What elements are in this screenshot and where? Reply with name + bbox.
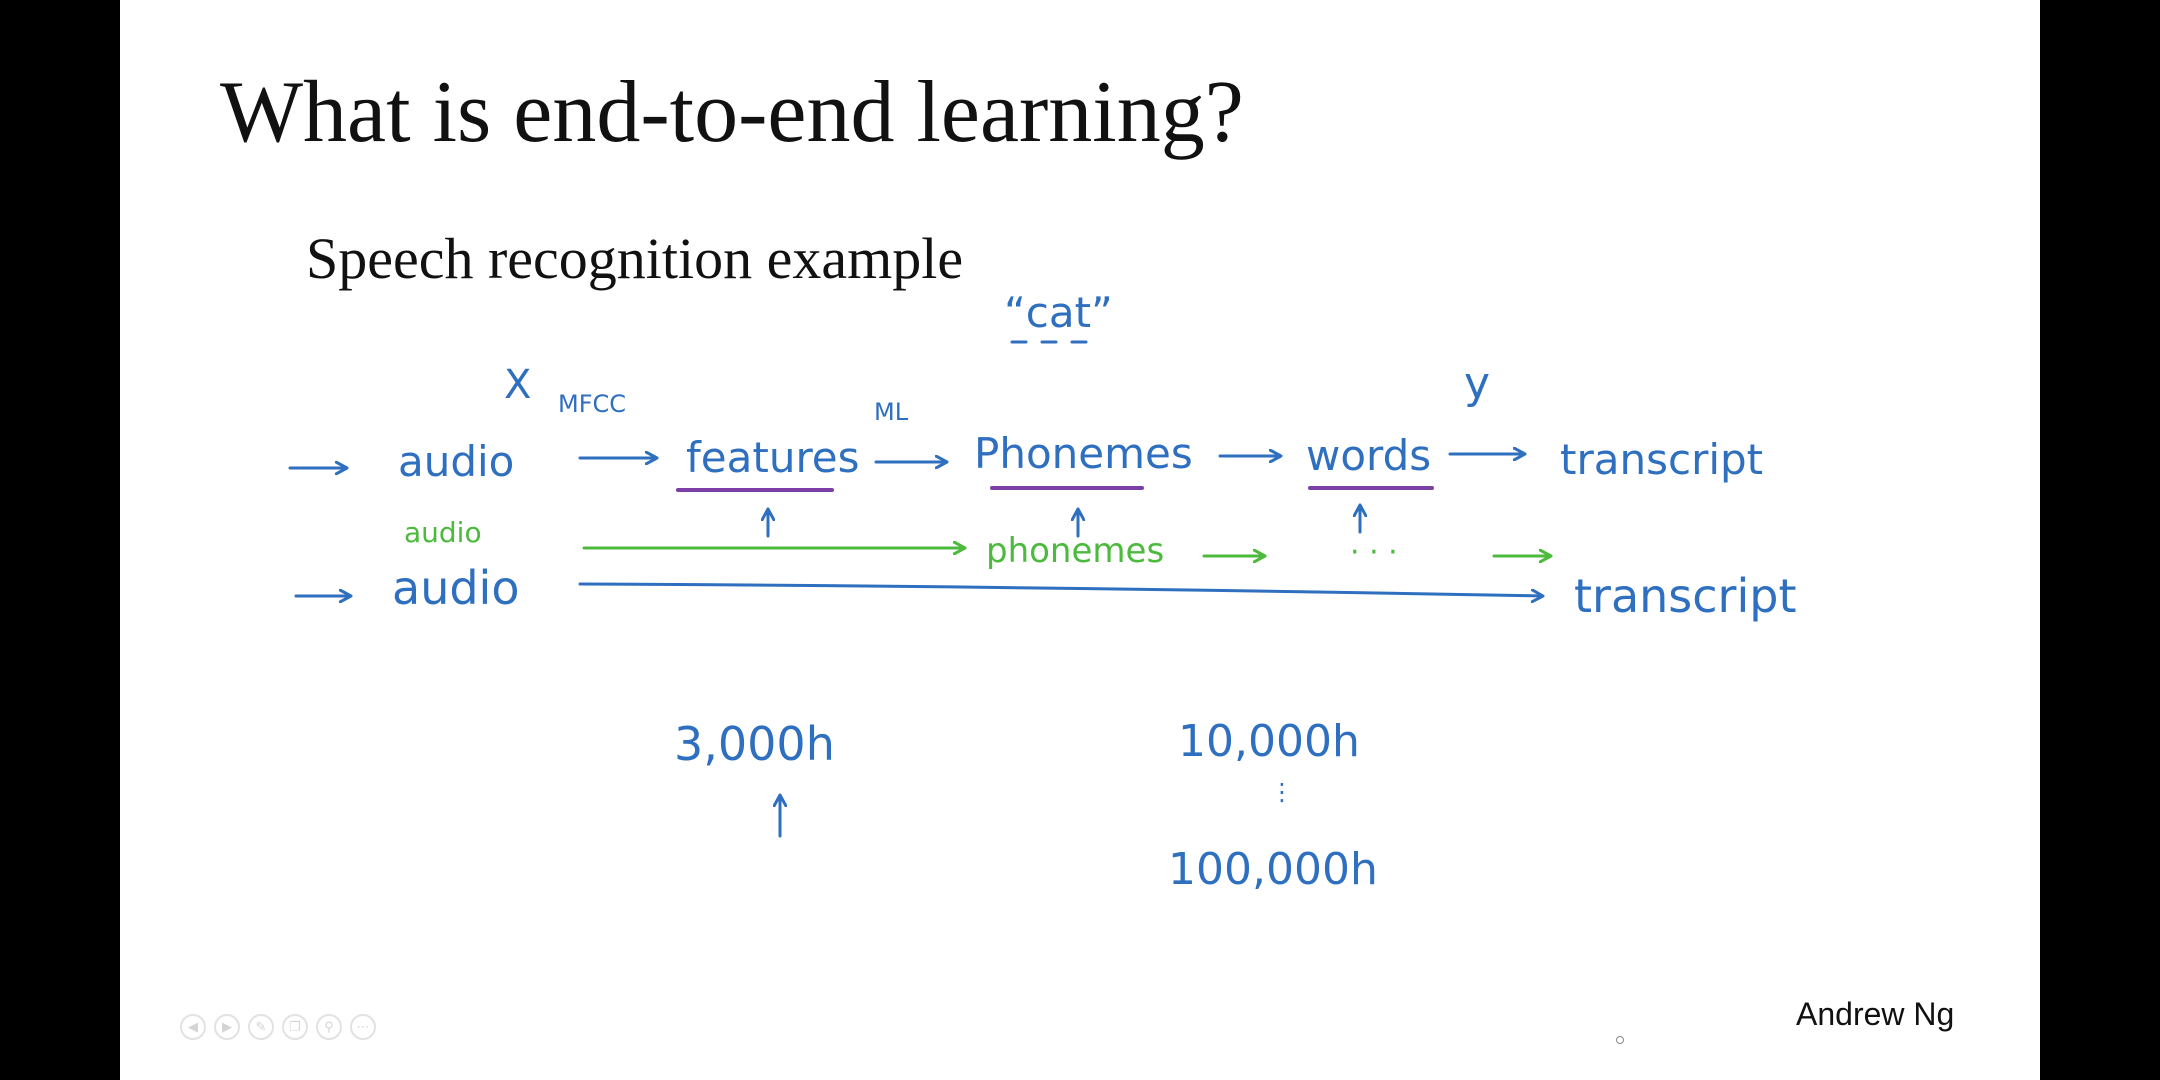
handwritten-diagram: “cat” X y MFCC ML audio features Phoneme… xyxy=(288,288,1796,895)
cursor-dot xyxy=(1616,1036,1624,1044)
author-name: Andrew Ng xyxy=(1796,996,1955,1032)
pipeline-features: features xyxy=(686,433,860,482)
y-label: y xyxy=(1464,358,1490,409)
pen-icon[interactable]: ✎ xyxy=(248,1014,274,1040)
mfcc-label: MFCC xyxy=(558,390,626,418)
slide: What is end-to-end learning? Speech reco… xyxy=(120,0,2040,1080)
green-phonemes: phonemes xyxy=(986,531,1164,571)
prev-icon[interactable]: ◀ xyxy=(180,1014,206,1040)
next-icon[interactable]: ▶ xyxy=(214,1014,240,1040)
e2e-audio: audio xyxy=(392,561,519,615)
slideshow-controls: ◀ ▶ ✎ ❐ ⚲ ⋯ xyxy=(180,1014,376,1040)
vertical-dots: ⋮ xyxy=(1270,778,1294,806)
more-icon[interactable]: ⋯ xyxy=(350,1014,376,1040)
x-label: X xyxy=(504,362,531,408)
copy-icon[interactable]: ❐ xyxy=(282,1014,308,1040)
e2e-transcript: transcript xyxy=(1574,569,1796,623)
cat-annotation: “cat” xyxy=(1004,288,1113,337)
data-large-bottom: 100,000h xyxy=(1168,844,1378,895)
pipeline-phonemes: Phonemes xyxy=(974,429,1193,478)
pipeline-words: words xyxy=(1306,431,1431,480)
pipeline-transcript: transcript xyxy=(1560,435,1763,484)
data-large-top: 10,000h xyxy=(1178,716,1360,767)
data-small: 3,000h xyxy=(674,717,835,771)
e2e-long-arrow xyxy=(578,582,1542,596)
zoom-icon[interactable]: ⚲ xyxy=(316,1014,342,1040)
pipeline-audio: audio xyxy=(398,437,514,486)
green-audio: audio xyxy=(404,516,482,549)
ml-label: ML xyxy=(874,398,909,426)
green-dots: · · · xyxy=(1350,535,1398,570)
